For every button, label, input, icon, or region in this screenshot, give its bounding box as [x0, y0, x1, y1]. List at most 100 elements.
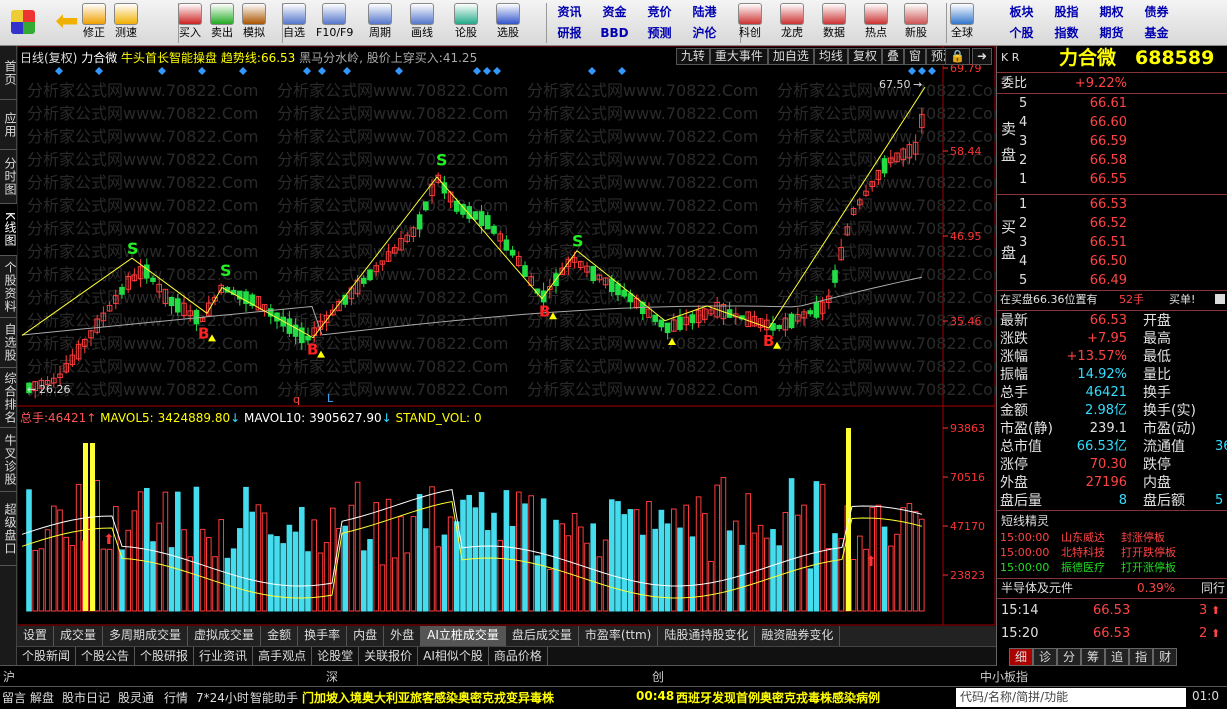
- 画线-button[interactable]: 画线: [404, 0, 440, 46]
- period-label[interactable]: 日线(复权): [20, 51, 77, 65]
- status-item-1[interactable]: 解盘: [30, 689, 54, 706]
- 买入-button[interactable]: 买入: [172, 0, 208, 46]
- info-tab-3[interactable]: 行业资讯: [194, 647, 254, 665]
- info-tab-4[interactable]: 高手观点: [253, 647, 313, 665]
- info-tab-1[interactable]: 个股公告: [76, 647, 136, 665]
- ask-row[interactable]: 3 66.59: [997, 133, 1227, 151]
- quick-link-指数[interactable]: 指数: [1045, 23, 1088, 43]
- zx-index-label[interactable]: 中小板指: [980, 668, 1028, 685]
- chart-btn-0[interactable]: 九转: [675, 48, 710, 65]
- bid-row[interactable]: 2 66.52: [997, 215, 1227, 233]
- quick-link-陆港[interactable]: 陆港: [683, 2, 726, 22]
- sz-index-label[interactable]: 深: [326, 668, 338, 685]
- quote-tab-1[interactable]: 诊: [1033, 648, 1058, 666]
- 热点-button[interactable]: 热点: [858, 0, 894, 46]
- indicator-tab-0[interactable]: 设置: [17, 626, 55, 646]
- 修正-button[interactable]: 修正: [76, 0, 112, 46]
- sector-more[interactable]: 同行: [1201, 579, 1225, 597]
- 数据-button[interactable]: 数据: [816, 0, 852, 46]
- 周期-button[interactable]: 周期: [362, 0, 398, 46]
- status-item-2[interactable]: 股市日记: [62, 689, 110, 706]
- 论股-button[interactable]: 论股: [448, 0, 484, 46]
- 全球-button[interactable]: 全球: [944, 0, 980, 46]
- quick-link-BBD[interactable]: BBD: [593, 23, 636, 43]
- ask-row[interactable]: 1 66.55: [997, 171, 1227, 189]
- quick-link-资金[interactable]: 资金: [593, 2, 636, 22]
- quote-tab-4[interactable]: 追: [1105, 648, 1130, 666]
- expand-icon[interactable]: [1215, 294, 1225, 304]
- 模拟-button[interactable]: 模拟: [236, 0, 272, 46]
- chart-btn-6[interactable]: 窗: [903, 48, 926, 65]
- quick-link-研报[interactable]: 研报: [548, 23, 591, 43]
- 测速-button[interactable]: 测速: [108, 0, 144, 46]
- search-input[interactable]: 代码/名称/简拼/功能: [956, 688, 1186, 707]
- quick-link-基金[interactable]: 基金: [1135, 23, 1178, 43]
- ask-row[interactable]: 2 66.58: [997, 152, 1227, 170]
- bid-row[interactable]: 1 66.53: [997, 196, 1227, 214]
- chart-btn-4[interactable]: 复权: [847, 48, 882, 65]
- chart-canvas[interactable]: 分析家公式网www.70822.Com 分析家公式网www.70822.Com 分析…: [17, 46, 996, 626]
- 科创-button[interactable]: 科创: [732, 0, 768, 46]
- quote-tab-6[interactable]: 财: [1153, 648, 1178, 666]
- 新股-button[interactable]: 新股: [898, 0, 934, 46]
- sprite-row[interactable]: 15:00:00 山东威达 封涨停板: [997, 530, 1227, 545]
- left-tab-0[interactable]: 首页: [0, 46, 17, 100]
- left-tab-4[interactable]: 个股资料: [0, 256, 17, 318]
- F10/F9-button[interactable]: F10/F9: [316, 0, 353, 46]
- sprite-title[interactable]: 短线精灵: [1001, 512, 1049, 530]
- chart-btn-2[interactable]: 加自选: [767, 48, 814, 65]
- quick-link-股指[interactable]: 股指: [1045, 2, 1088, 22]
- indicator-tab-2[interactable]: 多周期成交量: [103, 626, 189, 646]
- indicator-tab-5[interactable]: 换手率: [298, 626, 348, 646]
- quick-link-期货[interactable]: 期货: [1090, 23, 1133, 43]
- info-tab-5[interactable]: 论股堂: [312, 647, 360, 665]
- lock-icon[interactable]: 🔒: [944, 48, 970, 65]
- left-tab-5[interactable]: 自选股: [0, 318, 17, 368]
- quote-tab-2[interactable]: 分: [1057, 648, 1082, 666]
- status-item-4[interactable]: 行情: [164, 689, 188, 706]
- chart-btn-3[interactable]: 均线: [813, 48, 848, 65]
- 龙虎-button[interactable]: 龙虎: [774, 0, 810, 46]
- quick-link-资讯[interactable]: 资讯: [548, 2, 591, 22]
- ask-row[interactable]: 4 66.60: [997, 114, 1227, 132]
- 自选-button[interactable]: 自选: [276, 0, 312, 46]
- quote-tab-0[interactable]: 细: [1009, 648, 1034, 666]
- indicator-tab-12[interactable]: 融资融券变化: [755, 626, 841, 646]
- quote-tab-5[interactable]: 指: [1129, 648, 1154, 666]
- status-item-0[interactable]: 留言: [2, 689, 26, 706]
- left-tab-7[interactable]: 牛叉诊股: [0, 428, 17, 492]
- quick-link-预测[interactable]: 预测: [638, 23, 681, 43]
- left-tab-8[interactable]: 超级盘口: [0, 492, 17, 566]
- info-tab-8[interactable]: 商品价格: [489, 647, 548, 665]
- ask-row[interactable]: 5 66.61: [997, 95, 1227, 113]
- quick-link-沪伦[interactable]: 沪伦: [683, 23, 726, 43]
- 选股-button[interactable]: 选股: [490, 0, 526, 46]
- expand-icon[interactable]: ➜: [971, 48, 992, 65]
- news-ticker-1[interactable]: 门加坡入境奥大利亚旅客感染奥密克戎变异毒株: [302, 689, 554, 706]
- status-item-6[interactable]: 智能助手: [250, 689, 298, 706]
- status-item-5[interactable]: 7*24小时: [196, 689, 249, 706]
- bid-row[interactable]: 3 66.51: [997, 234, 1227, 252]
- indicator-tab-1[interactable]: 成交量: [54, 626, 104, 646]
- indicator-tab-3[interactable]: 虚拟成交量: [188, 626, 262, 646]
- quick-link-个股[interactable]: 个股: [1000, 23, 1043, 43]
- left-tab-1[interactable]: 应用: [0, 100, 17, 150]
- indicator-tab-9[interactable]: 盘后成交量: [506, 626, 579, 646]
- left-tab-6[interactable]: 综合排名: [0, 368, 17, 428]
- quick-link-期权[interactable]: 期权: [1090, 2, 1133, 22]
- 卖出-button[interactable]: 卖出: [204, 0, 240, 46]
- indicator-tab-6[interactable]: 内盘: [347, 626, 385, 646]
- cy-index-label[interactable]: 创: [652, 668, 664, 685]
- chart-btn-5[interactable]: 叠: [881, 48, 904, 65]
- indicator-tab-8[interactable]: AI立桩成交量: [421, 626, 506, 646]
- sector-name[interactable]: 半导体及元件: [1001, 579, 1073, 597]
- news-ticker-2[interactable]: 西班牙发现首例奥密克戎毒株感染病例: [676, 689, 880, 706]
- indicator-tab-7[interactable]: 外盘: [384, 626, 422, 646]
- quick-link-债券[interactable]: 债券: [1135, 2, 1178, 22]
- chart-btn-1[interactable]: 重大事件: [709, 48, 768, 65]
- indicator-tab-11[interactable]: 陆股通持股变化: [658, 626, 756, 646]
- quick-link-竞价[interactable]: 竞价: [638, 2, 681, 22]
- left-tab-2[interactable]: 分时图: [0, 150, 17, 204]
- info-tab-6[interactable]: 关联报价: [359, 647, 419, 665]
- quote-tab-3[interactable]: 筹: [1081, 648, 1106, 666]
